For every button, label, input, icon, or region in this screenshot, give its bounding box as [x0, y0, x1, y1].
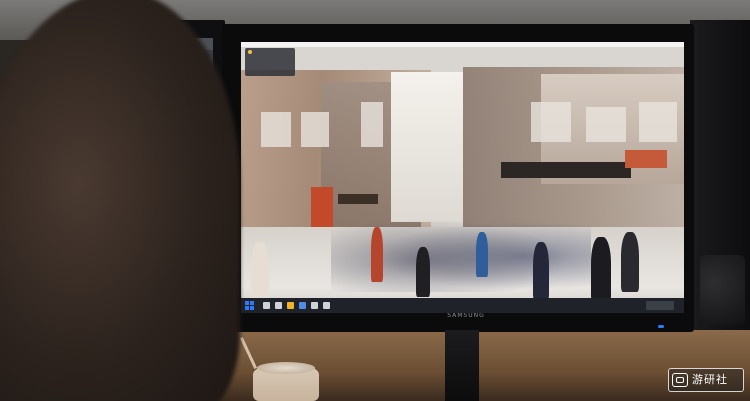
window	[639, 102, 677, 142]
pedestrian	[591, 237, 611, 302]
browser-title-bar	[241, 42, 684, 47]
watermark-text: 游研社	[692, 373, 728, 386]
street-view-screen	[241, 42, 684, 313]
cup-lid	[257, 362, 315, 374]
pedestrian	[621, 232, 639, 292]
power-led	[658, 325, 664, 328]
app-icon[interactable]	[323, 302, 330, 309]
window	[586, 107, 626, 142]
window	[531, 102, 571, 142]
shop-awning	[625, 150, 667, 168]
browser-icon[interactable]	[299, 302, 306, 309]
crowd	[331, 212, 591, 292]
foreground-person	[0, 0, 240, 401]
shop-sign	[338, 194, 378, 204]
pedestrian	[371, 227, 383, 282]
headphones	[700, 255, 745, 325]
windows-start-icon[interactable]	[245, 301, 254, 310]
shop-sign-right	[501, 162, 631, 178]
taskbar	[241, 298, 684, 313]
location-card[interactable]	[245, 48, 295, 76]
window	[261, 112, 291, 147]
location-title	[248, 50, 292, 56]
window	[361, 102, 383, 147]
pedestrian	[533, 242, 549, 300]
pedestrian	[476, 232, 488, 277]
pedestrian	[416, 247, 430, 297]
clock	[646, 301, 674, 310]
search-icon[interactable]	[263, 302, 270, 309]
sky	[391, 72, 471, 222]
photo-scene: SAMSUNG 游研社	[0, 0, 750, 401]
map-pin-icon	[248, 50, 252, 54]
folder-icon[interactable]	[287, 302, 294, 309]
monitor-brand: SAMSUNG	[447, 312, 485, 319]
watermark: 游研社	[668, 368, 744, 392]
monitor-stand	[445, 330, 479, 401]
window	[301, 112, 329, 147]
task-view-icon[interactable]	[275, 302, 282, 309]
controller-icon	[672, 373, 688, 387]
app-icon[interactable]	[311, 302, 318, 309]
